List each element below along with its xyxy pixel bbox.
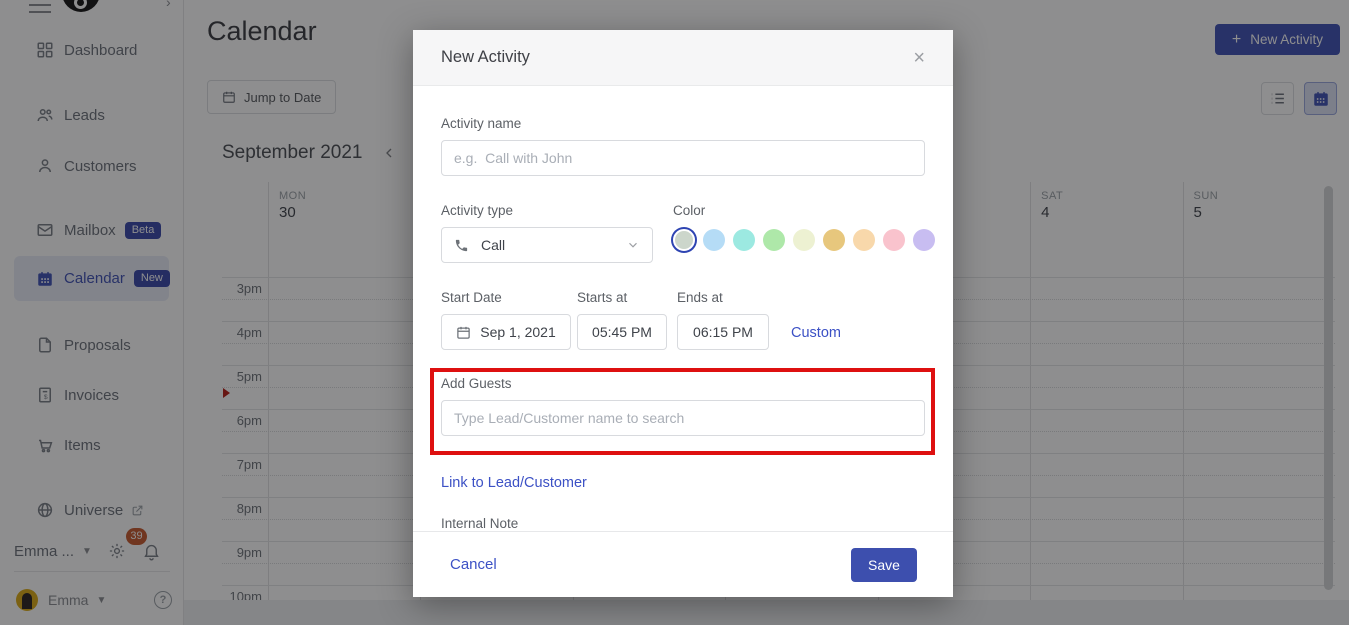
modal-body: Activity name Activity type Call Color xyxy=(413,86,953,531)
activity-type-label: Activity type xyxy=(441,203,653,218)
start-date-label: Start Date xyxy=(441,290,571,305)
start-date-field-group: Start Date Sep 1, 2021 xyxy=(441,290,571,350)
ends-at-label: Ends at xyxy=(677,290,769,305)
color-swatch[interactable] xyxy=(913,229,935,251)
activity-name-label: Activity name xyxy=(441,116,925,131)
ends-at-picker[interactable]: 06:15 PM xyxy=(677,314,769,350)
start-date-value: Sep 1, 2021 xyxy=(480,324,556,340)
cancel-button[interactable]: Cancel xyxy=(450,556,497,573)
starts-at-field-group: Starts at 05:45 PM xyxy=(571,290,667,350)
chevron-down-icon xyxy=(626,238,640,252)
calendar-small-icon xyxy=(456,325,471,340)
color-swatches xyxy=(673,229,943,251)
color-swatch-selected[interactable] xyxy=(673,229,695,251)
add-guests-field-group: Add Guests xyxy=(441,376,925,436)
phone-icon xyxy=(454,238,469,253)
color-swatch[interactable] xyxy=(853,229,875,251)
activity-name-input[interactable] xyxy=(441,140,925,176)
modal-header: New Activity × xyxy=(413,30,953,86)
starts-at-value: 05:45 PM xyxy=(592,324,652,340)
color-swatch[interactable] xyxy=(763,229,785,251)
activity-type-select[interactable]: Call xyxy=(441,227,653,263)
color-swatch[interactable] xyxy=(883,229,905,251)
internal-note-label: Internal Note xyxy=(441,516,925,531)
color-swatch[interactable] xyxy=(733,229,755,251)
custom-recurrence-link[interactable]: Custom xyxy=(791,325,841,341)
color-swatch[interactable] xyxy=(703,229,725,251)
color-label: Color xyxy=(673,203,943,218)
color-field-group: Color xyxy=(673,203,943,263)
ends-at-field-group: Ends at 06:15 PM xyxy=(667,290,769,350)
starts-at-picker[interactable]: 05:45 PM xyxy=(577,314,667,350)
activity-type-field-group: Activity type Call xyxy=(441,203,653,263)
close-icon[interactable]: × xyxy=(913,48,925,68)
add-guests-label: Add Guests xyxy=(441,376,925,391)
ends-at-value: 06:15 PM xyxy=(693,324,753,340)
modal-title: New Activity xyxy=(441,48,530,67)
app-window: › Dashboard Leads Customers Mailbox Beta… xyxy=(0,0,1349,625)
link-to-lead-customer-link[interactable]: Link to Lead/Customer xyxy=(441,475,587,491)
color-swatch[interactable] xyxy=(793,229,815,251)
new-activity-modal: New Activity × Activity name Activity ty… xyxy=(413,30,953,597)
activity-name-field-group: Activity name xyxy=(441,116,925,176)
starts-at-label: Starts at xyxy=(577,290,667,305)
start-date-picker[interactable]: Sep 1, 2021 xyxy=(441,314,571,350)
modal-footer: Cancel Save xyxy=(413,531,953,597)
save-button[interactable]: Save xyxy=(851,548,917,582)
add-guests-input[interactable] xyxy=(441,400,925,436)
activity-type-value: Call xyxy=(481,237,505,253)
color-swatch[interactable] xyxy=(823,229,845,251)
